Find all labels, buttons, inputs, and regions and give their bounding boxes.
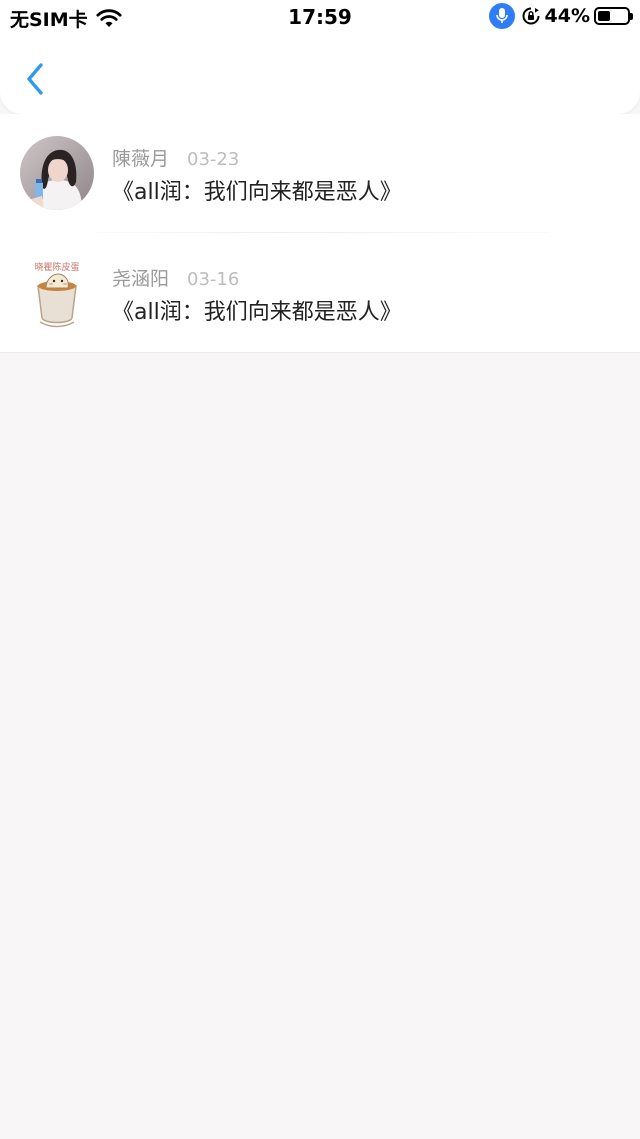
battery-icon <box>594 7 633 25</box>
list-bottom-border <box>0 352 640 353</box>
status-right: 44% <box>488 3 633 29</box>
avatar-image <box>20 136 94 210</box>
back-button[interactable] <box>20 60 50 98</box>
chevron-left-icon <box>27 63 43 95</box>
avatar[interactable]: 晓瞿陈皮蛋 <box>20 256 94 330</box>
divider <box>96 232 550 233</box>
sender-name: 陳薇月 <box>112 148 170 170</box>
message-text: 《all润：我们向来都是恶人》 <box>112 180 402 205</box>
message-list: 陳薇月 03-23 《all润：我们向来都是恶人》 晓瞿陈皮蛋 尧涵阳 03-1… <box>0 114 640 353</box>
screen: 无SIM卡 17:59 44% 陳薇月 03-23 《all润：我们向来都是恶人… <box>0 0 640 1139</box>
battery-percent: 44% <box>544 5 590 27</box>
battery-fill <box>598 11 611 21</box>
message-text: 《all润：我们向来都是恶人》 <box>112 300 402 325</box>
message-meta: 陳薇月 03-23 <box>112 144 239 171</box>
avatar-image: 晓瞿陈皮蛋 <box>20 256 94 330</box>
battery-tip <box>630 13 633 20</box>
status-bar: 无SIM卡 17:59 44% <box>0 0 640 34</box>
avatar[interactable] <box>20 136 94 210</box>
message-date: 03-23 <box>187 149 240 170</box>
microphone-icon <box>488 3 515 29</box>
avatar-text: 晓瞿陈皮蛋 <box>34 261 79 273</box>
rotation-lock-icon <box>522 7 540 25</box>
header: 无SIM卡 17:59 44% <box>0 0 640 114</box>
message-meta: 尧涵阳 03-16 <box>112 264 239 291</box>
list-item[interactable]: 陳薇月 03-23 《all润：我们向来都是恶人》 <box>0 114 640 233</box>
message-date: 03-16 <box>187 269 240 290</box>
sender-name: 尧涵阳 <box>112 268 170 290</box>
list-item[interactable]: 晓瞿陈皮蛋 尧涵阳 03-16 《all润：我们向来都是恶人》 <box>0 234 640 353</box>
